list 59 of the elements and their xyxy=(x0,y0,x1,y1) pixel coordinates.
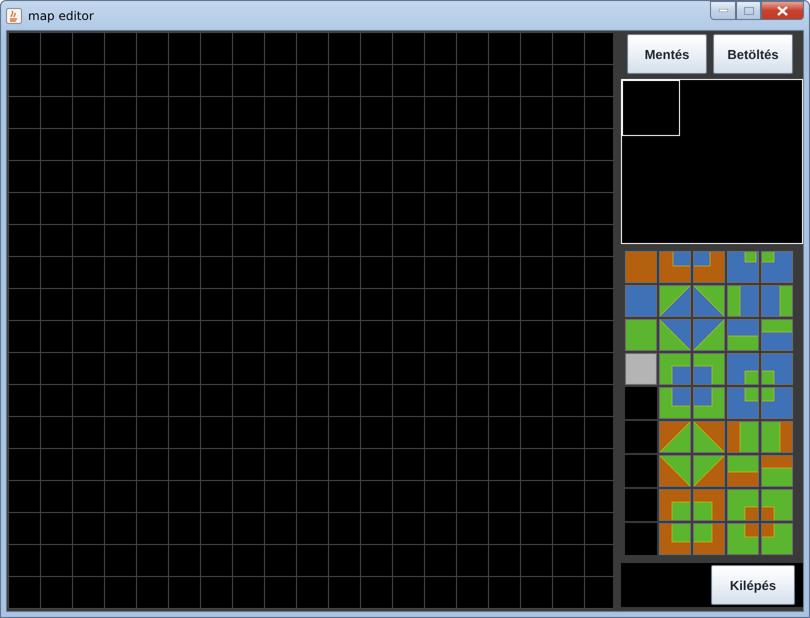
close-icon xyxy=(777,6,788,16)
tile-swatch[interactable] xyxy=(693,421,725,453)
minimap[interactable] xyxy=(621,79,803,244)
tile-swatch[interactable] xyxy=(625,251,657,283)
tile-swatch[interactable] xyxy=(659,353,691,385)
tile-swatch[interactable] xyxy=(727,523,759,555)
window-title: map editor xyxy=(28,8,95,22)
tile-swatch[interactable] xyxy=(625,387,657,419)
tile-swatch[interactable] xyxy=(727,489,759,521)
tile-swatch[interactable] xyxy=(761,387,793,419)
tile-swatch[interactable] xyxy=(761,251,793,283)
tile-swatch[interactable] xyxy=(625,319,657,351)
tile-swatch[interactable] xyxy=(693,251,725,283)
tile-swatch[interactable] xyxy=(727,353,759,385)
tile-swatch[interactable] xyxy=(761,523,793,555)
tile-swatch[interactable] xyxy=(727,387,759,419)
tile-swatch[interactable] xyxy=(761,353,793,385)
tile-swatch[interactable] xyxy=(727,455,759,487)
minimize-button[interactable] xyxy=(710,1,736,20)
tile-swatch[interactable] xyxy=(727,319,759,351)
tile-swatch[interactable] xyxy=(761,285,793,317)
maximize-icon xyxy=(744,6,754,14)
tile-swatch[interactable] xyxy=(761,319,793,351)
tile-swatch[interactable] xyxy=(659,251,691,283)
tile-swatch[interactable] xyxy=(693,455,725,487)
tile-swatch[interactable] xyxy=(693,523,725,555)
tile-swatch[interactable] xyxy=(659,523,691,555)
close-button[interactable] xyxy=(761,1,804,20)
minimize-icon xyxy=(718,9,728,12)
tile-swatch[interactable] xyxy=(693,387,725,419)
tile-swatch[interactable] xyxy=(761,489,793,521)
tile-swatch[interactable] xyxy=(625,421,657,453)
tile-swatch[interactable] xyxy=(693,353,725,385)
exit-button[interactable]: Kilépés xyxy=(711,565,795,605)
tile-swatch[interactable] xyxy=(659,421,691,453)
toolbar-button[interactable]: Mentés xyxy=(627,34,707,74)
tile-swatch[interactable] xyxy=(659,285,691,317)
tile-swatch[interactable] xyxy=(625,353,657,385)
tile-swatch[interactable] xyxy=(625,523,657,555)
tile-swatch[interactable] xyxy=(659,387,691,419)
tile-swatch[interactable] xyxy=(727,421,759,453)
tile-swatch[interactable] xyxy=(761,421,793,453)
tile-swatch[interactable] xyxy=(625,455,657,487)
maximize-button[interactable] xyxy=(736,1,761,20)
tile-swatch[interactable] xyxy=(761,455,793,487)
tile-swatch[interactable] xyxy=(625,489,657,521)
tile-swatch[interactable] xyxy=(727,251,759,283)
tile-swatch[interactable] xyxy=(727,285,759,317)
tile-swatch[interactable] xyxy=(625,285,657,317)
tile-swatch[interactable] xyxy=(693,285,725,317)
tile-swatch[interactable] xyxy=(659,489,691,521)
tile-swatch[interactable] xyxy=(659,455,691,487)
tile-swatch[interactable] xyxy=(693,319,725,351)
viewport-frame[interactable] xyxy=(622,80,680,136)
map-grid[interactable] xyxy=(8,32,613,609)
toolbar-button[interactable]: Betöltés xyxy=(713,34,793,74)
tile-swatch[interactable] xyxy=(693,489,725,521)
coffee-cup-icon xyxy=(6,8,22,24)
tile-swatch[interactable] xyxy=(659,319,691,351)
